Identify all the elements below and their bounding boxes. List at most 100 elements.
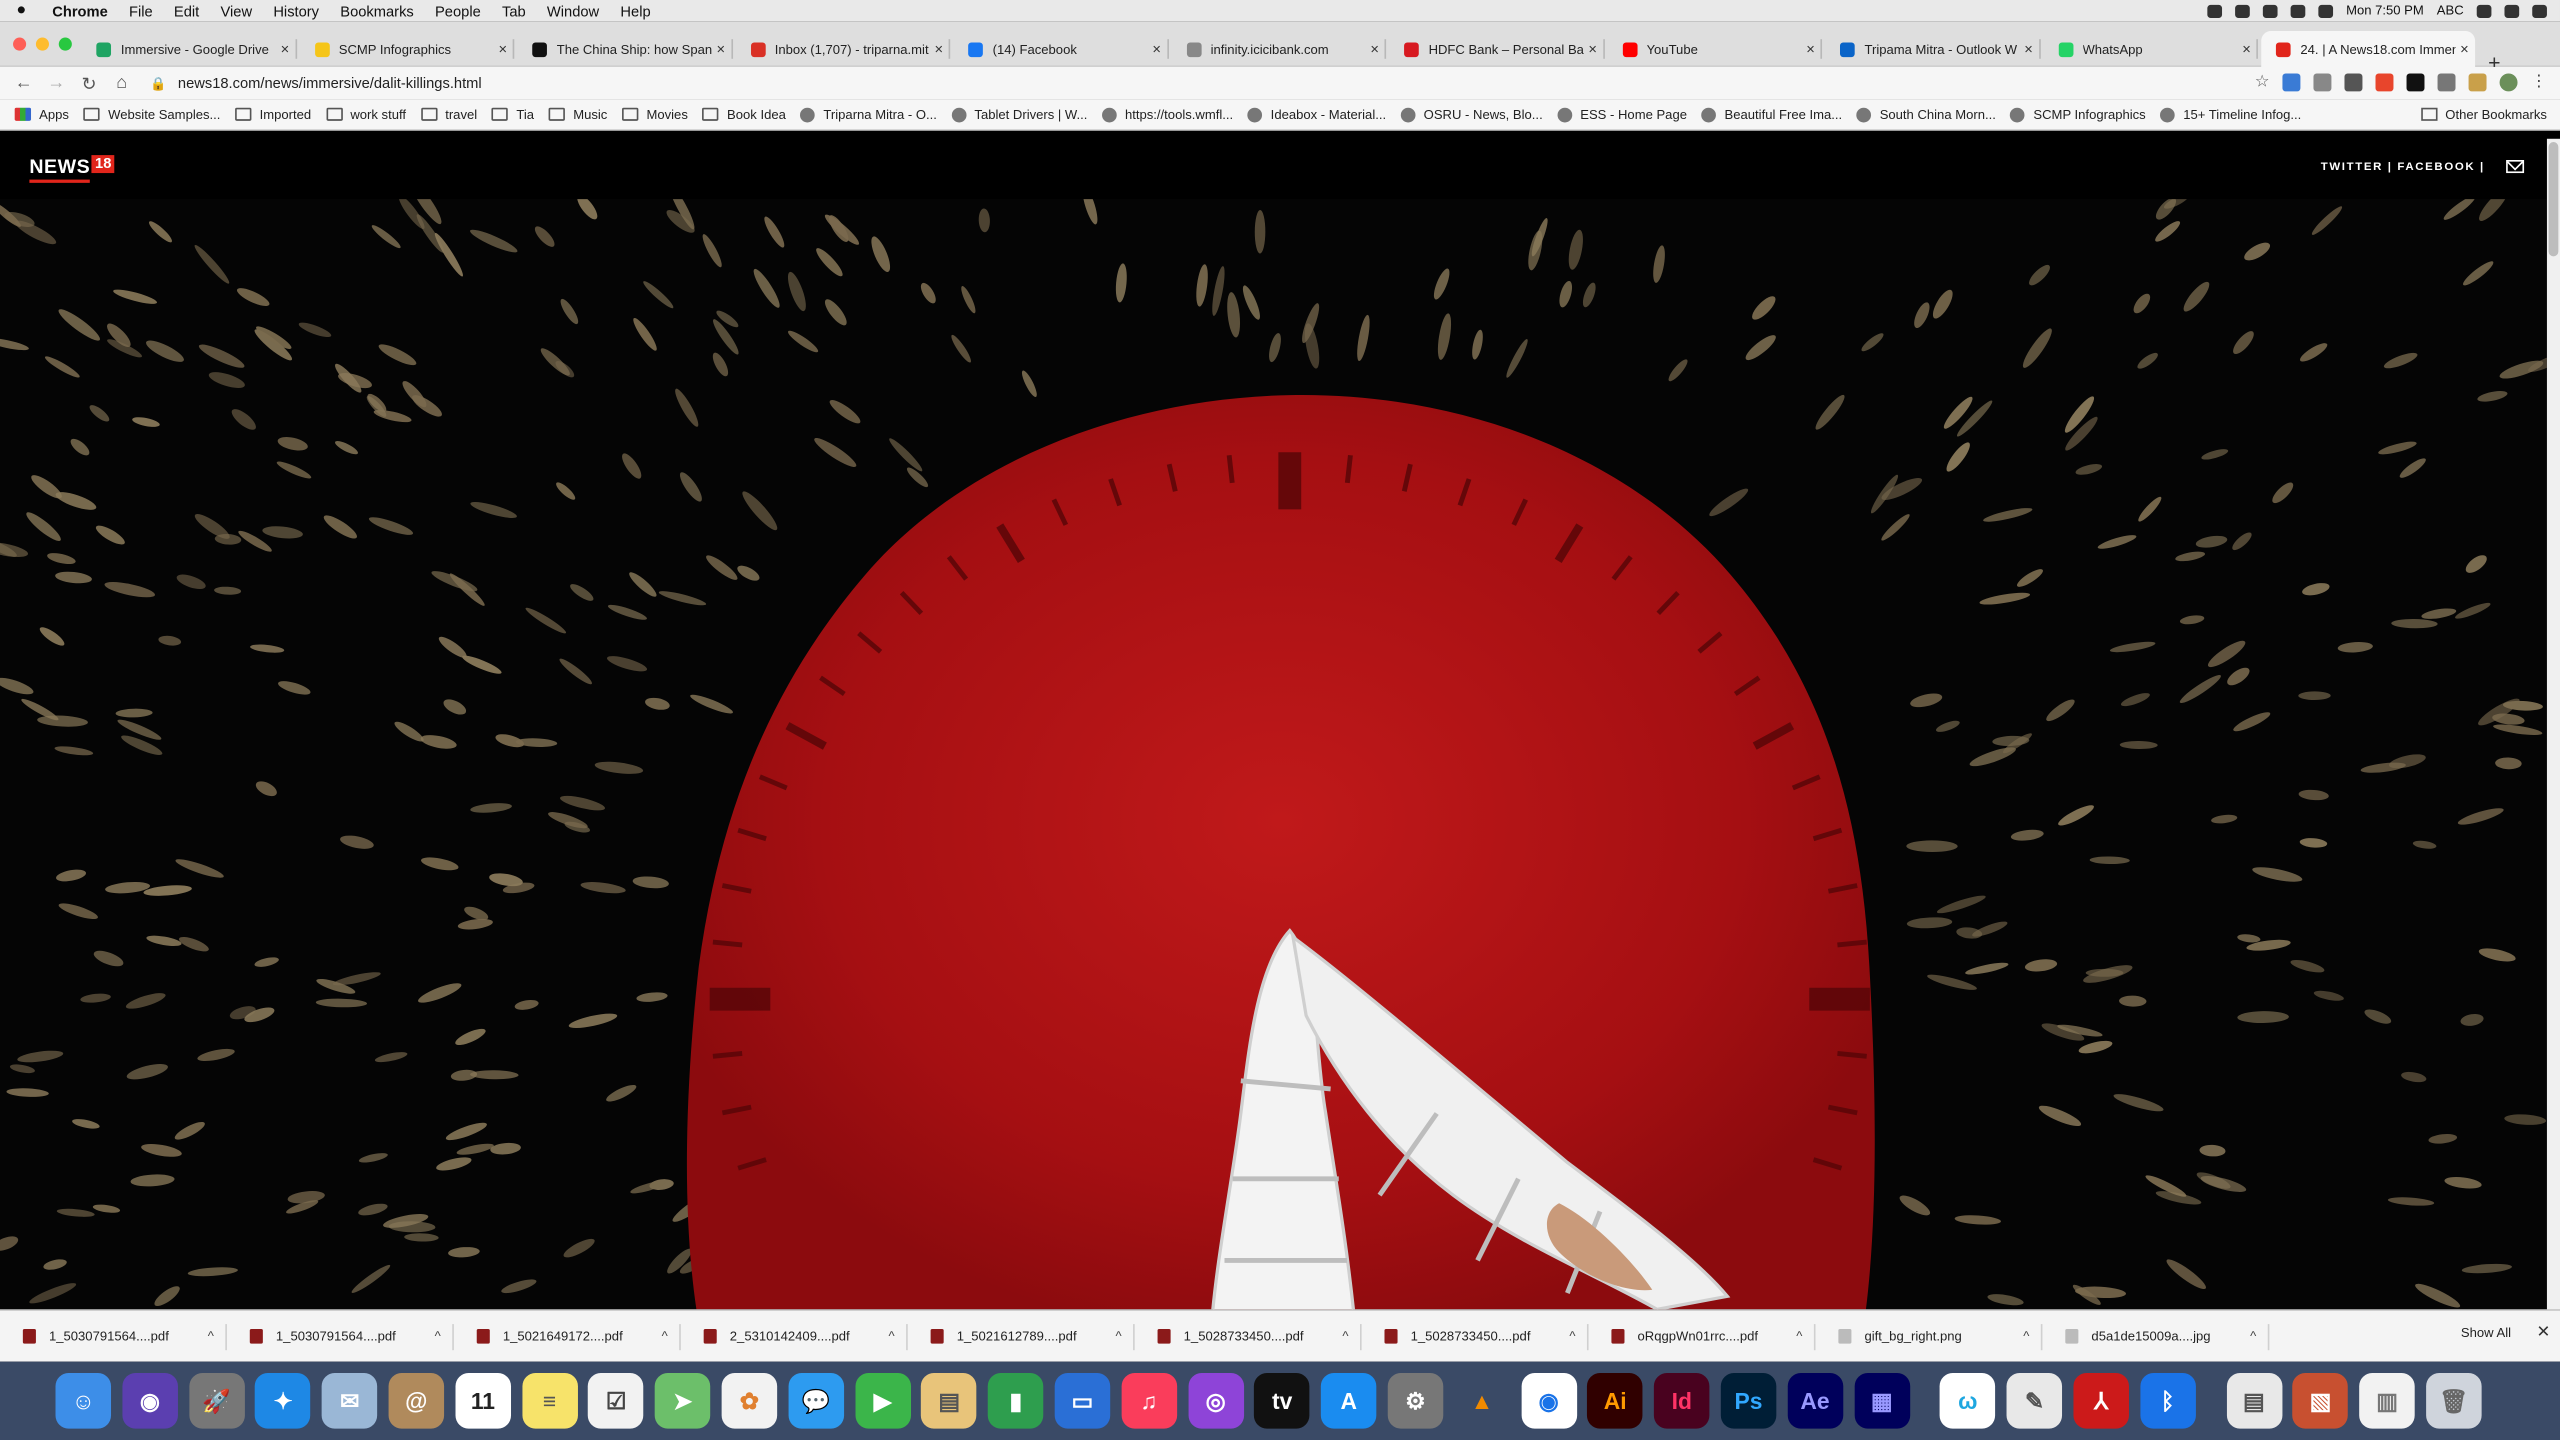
forward-icon[interactable]: → (47, 73, 65, 93)
menu-file[interactable]: File (129, 2, 153, 18)
address-bar[interactable]: 🔒 news18.com/news/immersive/dalit-killin… (150, 75, 481, 91)
messages-icon[interactable]: 💬 (788, 1373, 844, 1429)
chrome-icon[interactable]: ◉ (1520, 1373, 1577, 1429)
download-menu-chevron-icon[interactable]: ^ (1342, 1329, 1348, 1344)
input-source[interactable]: ABC (2437, 3, 2464, 18)
app-store-icon[interactable]: A (1321, 1373, 1377, 1429)
download-menu-chevron-icon[interactable]: ^ (1569, 1329, 1575, 1344)
contacts-icon[interactable]: @ (388, 1373, 445, 1429)
minimize-window-button[interactable] (35, 37, 49, 51)
illustrator-icon[interactable]: Ai (1587, 1373, 1643, 1429)
trash-icon[interactable]: 🗑 (2425, 1373, 2482, 1429)
tab-close-icon[interactable]: × (929, 41, 949, 57)
tab[interactable]: YouTube × (1607, 31, 1823, 67)
profile-avatar[interactable] (2499, 73, 2518, 92)
bookmark-item[interactable]: Tia (491, 107, 534, 122)
podcasts-icon[interactable]: ◎ (1187, 1373, 1244, 1429)
extension-color-icon[interactable] (2468, 73, 2487, 92)
tab[interactable]: SCMP Infographics × (300, 31, 515, 67)
news18-logo[interactable]: NEWS 18 (29, 155, 115, 183)
bookmark-item[interactable]: Tablet Drivers | W... (951, 106, 1087, 122)
back-icon[interactable]: ← (15, 73, 33, 93)
bookmark-item[interactable]: Website Samples... (83, 107, 221, 122)
notes-icon[interactable]: ≡ (521, 1373, 578, 1429)
bookmark-item[interactable]: South China Morn... (1856, 106, 1996, 122)
menu-history[interactable]: History (273, 2, 319, 18)
tab-close-icon[interactable]: × (711, 41, 731, 57)
menu-window[interactable]: Window (547, 2, 599, 18)
menu-bookmarks[interactable]: Bookmarks (340, 2, 413, 18)
tab[interactable]: Inbox (1,707) - triparna.mit × (736, 31, 951, 67)
bookmark-item[interactable]: Movies (621, 107, 688, 122)
close-downloads-icon[interactable]: ✕ (2537, 1324, 2551, 1342)
tab[interactable]: Immersive - Google Drive × (82, 31, 297, 67)
download-item[interactable]: 1_5028733450....pdf ^ (1362, 1310, 1589, 1362)
menu-help[interactable]: Help (620, 2, 650, 18)
spotlight-icon[interactable] (2476, 4, 2492, 18)
tab[interactable]: HDFC Bank – Personal Ban × (1389, 31, 1605, 67)
url-text[interactable]: news18.com/news/immersive/dalit-killings… (178, 75, 482, 91)
download-menu-chevron-icon[interactable]: ^ (208, 1329, 214, 1344)
page-scrollbar[interactable] (2546, 138, 2560, 1310)
extension-font-icon[interactable] (2313, 73, 2332, 92)
bookmark-item[interactable]: work stuff (325, 107, 406, 122)
mail-icon[interactable] (2506, 159, 2525, 174)
download-item[interactable]: 1_5030791564....pdf ^ (227, 1310, 454, 1362)
tab[interactable]: (14) Facebook × (953, 31, 1169, 67)
indesign-icon[interactable]: Id (1654, 1373, 1710, 1429)
tab[interactable]: 24. | A News18.com Immer × (2261, 31, 2475, 67)
bookmark-item[interactable]: OSRU - News, Blo... (1400, 106, 1543, 122)
extension-screenshot-icon[interactable] (2344, 73, 2363, 92)
screenshot-stack-icon[interactable]: ▧ (2292, 1373, 2349, 1429)
menu-tab[interactable]: Tab (502, 2, 526, 18)
keynote-icon[interactable]: ▭ (1054, 1373, 1111, 1429)
menu-app-name[interactable]: Chrome (52, 2, 108, 18)
maps-icon[interactable]: ➤ (654, 1373, 711, 1429)
webex-icon[interactable]: ω (1940, 1373, 1996, 1429)
bookmark-item[interactable]: Music (548, 107, 607, 122)
launchpad-icon[interactable]: 🚀 (188, 1373, 245, 1429)
download-menu-chevron-icon[interactable]: ^ (2250, 1329, 2256, 1344)
download-item[interactable]: 1_5021649172....pdf ^ (454, 1310, 681, 1362)
bookmark-item[interactable]: https://tools.wmfl... (1102, 106, 1233, 122)
calendar-icon[interactable]: 11 (455, 1373, 511, 1429)
download-item[interactable]: 1_5021612789....pdf ^ (908, 1310, 1135, 1362)
finder-icon[interactable]: ☺ (55, 1373, 112, 1429)
bookmark-item[interactable]: travel (420, 107, 477, 122)
download-menu-chevron-icon[interactable]: ^ (889, 1329, 895, 1344)
tab[interactable]: WhatsApp × (2043, 31, 2258, 67)
tab[interactable]: The China Ship: how Spani × (518, 31, 733, 67)
tab-close-icon[interactable]: × (1801, 41, 1821, 57)
download-item[interactable]: gift_bg_right.png ^ (1816, 1310, 2043, 1362)
downloads-stack-icon[interactable]: ▤ (2226, 1373, 2282, 1429)
more-menu-icon[interactable]: ⋮ (2531, 73, 2547, 91)
close-window-button[interactable] (13, 37, 27, 51)
download-item[interactable]: d5a1de15009a....jpg ^ (2042, 1310, 2270, 1362)
safari-icon[interactable]: ✦ (255, 1373, 311, 1429)
show-all-downloads-button[interactable]: Show All (2461, 1326, 2511, 1341)
bookmark-item[interactable]: 15+ Timeline Infog... (2160, 106, 2301, 122)
textedit-icon[interactable]: ✎ (2006, 1373, 2063, 1429)
menu-view[interactable]: View (220, 2, 252, 18)
tab-close-icon[interactable]: × (2237, 41, 2257, 57)
bookmark-item[interactable]: Apps (14, 107, 69, 122)
menu-people[interactable]: People (435, 2, 481, 18)
media-encoder-icon[interactable]: ▦ (1853, 1373, 1910, 1429)
display-icon[interactable] (2207, 4, 2222, 18)
download-item[interactable]: 2_5310142409....pdf ^ (681, 1310, 908, 1362)
notification-center-icon[interactable] (2532, 4, 2547, 18)
photoshop-icon[interactable]: Ps (1720, 1373, 1777, 1429)
download-menu-chevron-icon[interactable]: ^ (1796, 1329, 1802, 1344)
lock-icon[interactable]: 🔒 (150, 76, 166, 91)
page-viewport[interactable]: NEWS 18 TWITTER | FACEBOOK | (0, 138, 2547, 1310)
bookmark-item[interactable]: Triparna Mitra - O... (800, 106, 937, 122)
other-bookmarks[interactable]: Other Bookmarks (2420, 107, 2547, 122)
system-preferences-icon[interactable]: ⚙ (1387, 1373, 1444, 1429)
siri-status-icon[interactable] (2504, 4, 2520, 18)
bookmark-star-icon[interactable]: ☆ (2255, 73, 2270, 91)
social-links[interactable]: TWITTER | FACEBOOK | (2321, 162, 2485, 173)
tab-close-icon[interactable]: × (275, 41, 295, 57)
download-menu-chevron-icon[interactable]: ^ (2023, 1329, 2029, 1344)
tab-close-icon[interactable]: × (2455, 41, 2475, 57)
after-effects-icon[interactable]: Ae (1787, 1373, 1843, 1429)
